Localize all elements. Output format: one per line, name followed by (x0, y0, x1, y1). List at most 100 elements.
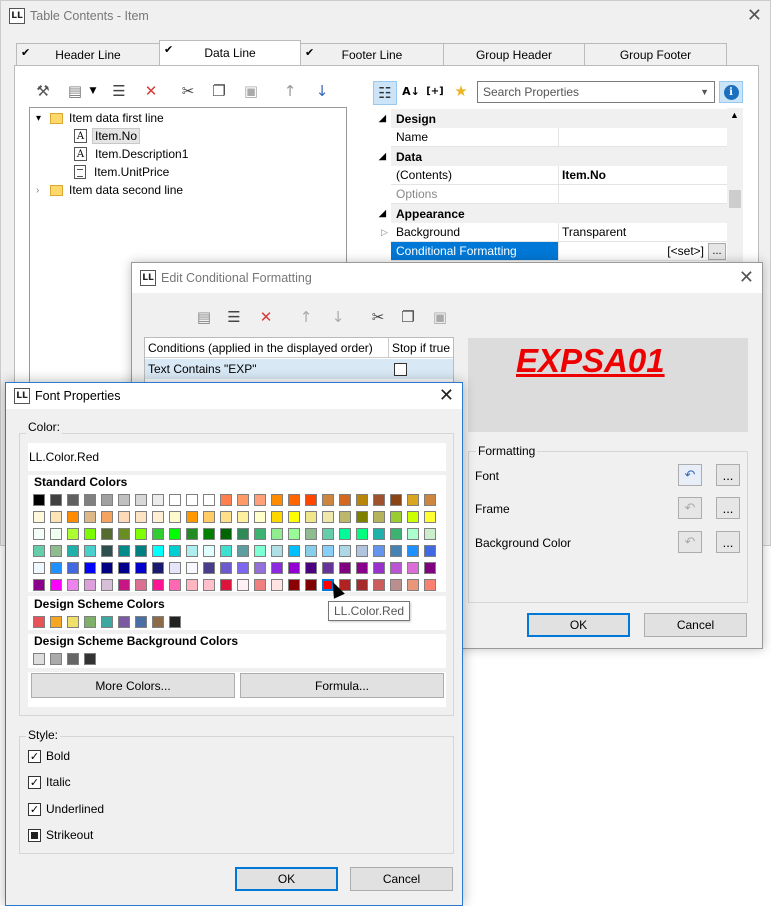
color-swatch[interactable] (118, 562, 130, 574)
color-swatch[interactable] (288, 494, 300, 506)
properties-icon[interactable]: ☰ (224, 307, 244, 327)
color-swatch[interactable] (271, 528, 283, 540)
color-swatch[interactable] (254, 579, 266, 591)
color-swatch[interactable] (390, 528, 402, 540)
color-swatch[interactable] (390, 545, 402, 557)
scroll-up-icon[interactable]: ▲ (730, 110, 739, 120)
new-condition-icon[interactable]: ▤ (194, 307, 214, 327)
color-swatch[interactable] (424, 545, 436, 557)
color-swatch[interactable] (152, 545, 164, 557)
color-swatch[interactable] (84, 562, 96, 574)
color-swatch[interactable] (305, 528, 317, 540)
strikeout-checkbox[interactable] (28, 828, 41, 842)
color-swatch[interactable] (288, 545, 300, 557)
underlined-checkbox-row[interactable]: ✓ Underlined (28, 802, 104, 816)
color-swatch[interactable] (254, 562, 266, 574)
color-swatch[interactable] (169, 579, 181, 591)
color-swatch[interactable] (271, 579, 283, 591)
scheme-color-swatch[interactable] (118, 616, 130, 628)
color-value-field[interactable]: LL.Color.Red (29, 450, 99, 464)
ok-button[interactable]: OK (527, 613, 630, 637)
expand-icon[interactable]: ▷ (381, 227, 388, 238)
color-swatch[interactable] (67, 528, 79, 540)
color-swatch[interactable] (152, 511, 164, 523)
stop-if-true-checkbox[interactable] (394, 362, 407, 376)
bold-checkbox-row[interactable]: ✓ Bold (28, 749, 70, 763)
color-swatch[interactable] (390, 562, 402, 574)
color-swatch[interactable] (339, 528, 351, 540)
color-swatch[interactable] (373, 562, 385, 574)
properties-icon[interactable]: ☰ (109, 81, 129, 101)
copy-icon[interactable]: ❐ (398, 307, 418, 327)
tab-group-footer[interactable]: Group Footer (584, 43, 727, 65)
main-close-icon[interactable]: ✕ (747, 5, 762, 26)
color-swatch[interactable] (67, 511, 79, 523)
color-swatch[interactable] (254, 511, 266, 523)
scheme-bg-color-swatch[interactable] (67, 653, 79, 665)
color-picker-panel[interactable]: LL.Color.Red Standard Colors Design Sche… (28, 443, 446, 707)
property-name[interactable]: Name (391, 128, 727, 147)
cut-icon[interactable]: ✂ (368, 307, 388, 327)
color-swatch[interactable] (407, 562, 419, 574)
property-background[interactable]: ▷ Background Transparent (381, 223, 727, 242)
color-swatch[interactable] (169, 511, 181, 523)
font-cancel-button[interactable]: Cancel (350, 867, 453, 891)
color-swatch[interactable] (33, 511, 45, 523)
color-swatch[interactable] (118, 528, 130, 540)
column-header-stop[interactable]: Stop if true (389, 338, 453, 357)
font-reset-button[interactable]: ↶ (678, 464, 702, 486)
color-swatch[interactable] (50, 545, 62, 557)
new-item-icon[interactable]: ▤ (65, 81, 85, 101)
color-swatch[interactable] (288, 562, 300, 574)
color-swatch[interactable] (101, 511, 113, 523)
color-swatch[interactable] (101, 562, 113, 574)
move-up-icon[interactable]: ↑ (280, 81, 300, 101)
color-swatch[interactable] (254, 545, 266, 557)
color-swatch[interactable] (169, 562, 181, 574)
color-swatch[interactable] (203, 545, 215, 557)
tree-node-first-line[interactable]: ▾ Item data first line (36, 109, 164, 127)
color-swatch[interactable] (271, 545, 283, 557)
color-swatch[interactable] (101, 528, 113, 540)
color-swatch[interactable] (356, 562, 368, 574)
color-swatch[interactable] (67, 562, 79, 574)
color-swatch[interactable] (339, 562, 351, 574)
scheme-bg-color-swatch[interactable] (33, 653, 45, 665)
color-swatch[interactable] (390, 579, 402, 591)
close-icon[interactable]: ✕ (439, 385, 454, 406)
color-swatch[interactable] (322, 494, 334, 506)
frame-ellipsis-button[interactable]: ... (716, 497, 740, 519)
collapse-icon[interactable]: ◢ (379, 208, 386, 219)
color-swatch[interactable] (288, 528, 300, 540)
category-data[interactable]: ◢ Data (379, 147, 727, 166)
color-swatch[interactable] (322, 545, 334, 557)
color-swatch[interactable] (373, 494, 385, 506)
sort-az-icon[interactable]: A↓ (401, 81, 421, 101)
color-swatch[interactable] (186, 562, 198, 574)
color-swatch[interactable] (237, 579, 249, 591)
favorites-star-icon[interactable]: ★ (451, 81, 471, 101)
color-swatch[interactable] (424, 562, 436, 574)
color-swatch[interactable] (118, 579, 130, 591)
move-down-icon[interactable]: ↓ (328, 307, 348, 327)
color-swatch[interactable] (135, 494, 147, 506)
category-appearance[interactable]: ◢ Appearance (379, 204, 727, 223)
scroll-thumb[interactable] (729, 190, 741, 208)
color-swatch[interactable] (50, 494, 62, 506)
cut-icon[interactable]: ✂ (178, 81, 198, 101)
color-swatch[interactable] (305, 545, 317, 557)
color-swatch[interactable] (237, 528, 249, 540)
color-swatch[interactable] (84, 528, 96, 540)
delete-icon[interactable]: ✕ (256, 307, 276, 327)
expand-all-icon[interactable]: [+] (425, 81, 445, 101)
color-swatch[interactable] (67, 579, 79, 591)
color-swatch[interactable] (84, 545, 96, 557)
color-swatch[interactable] (288, 511, 300, 523)
color-swatch[interactable] (356, 545, 368, 557)
scheme-color-swatch[interactable] (84, 616, 96, 628)
color-swatch[interactable] (67, 545, 79, 557)
color-swatch[interactable] (288, 579, 300, 591)
color-swatch[interactable] (135, 579, 147, 591)
tree-node-item-description[interactable]: A Item.Description1 (74, 145, 188, 163)
more-colors-button[interactable]: More Colors... (31, 673, 235, 698)
